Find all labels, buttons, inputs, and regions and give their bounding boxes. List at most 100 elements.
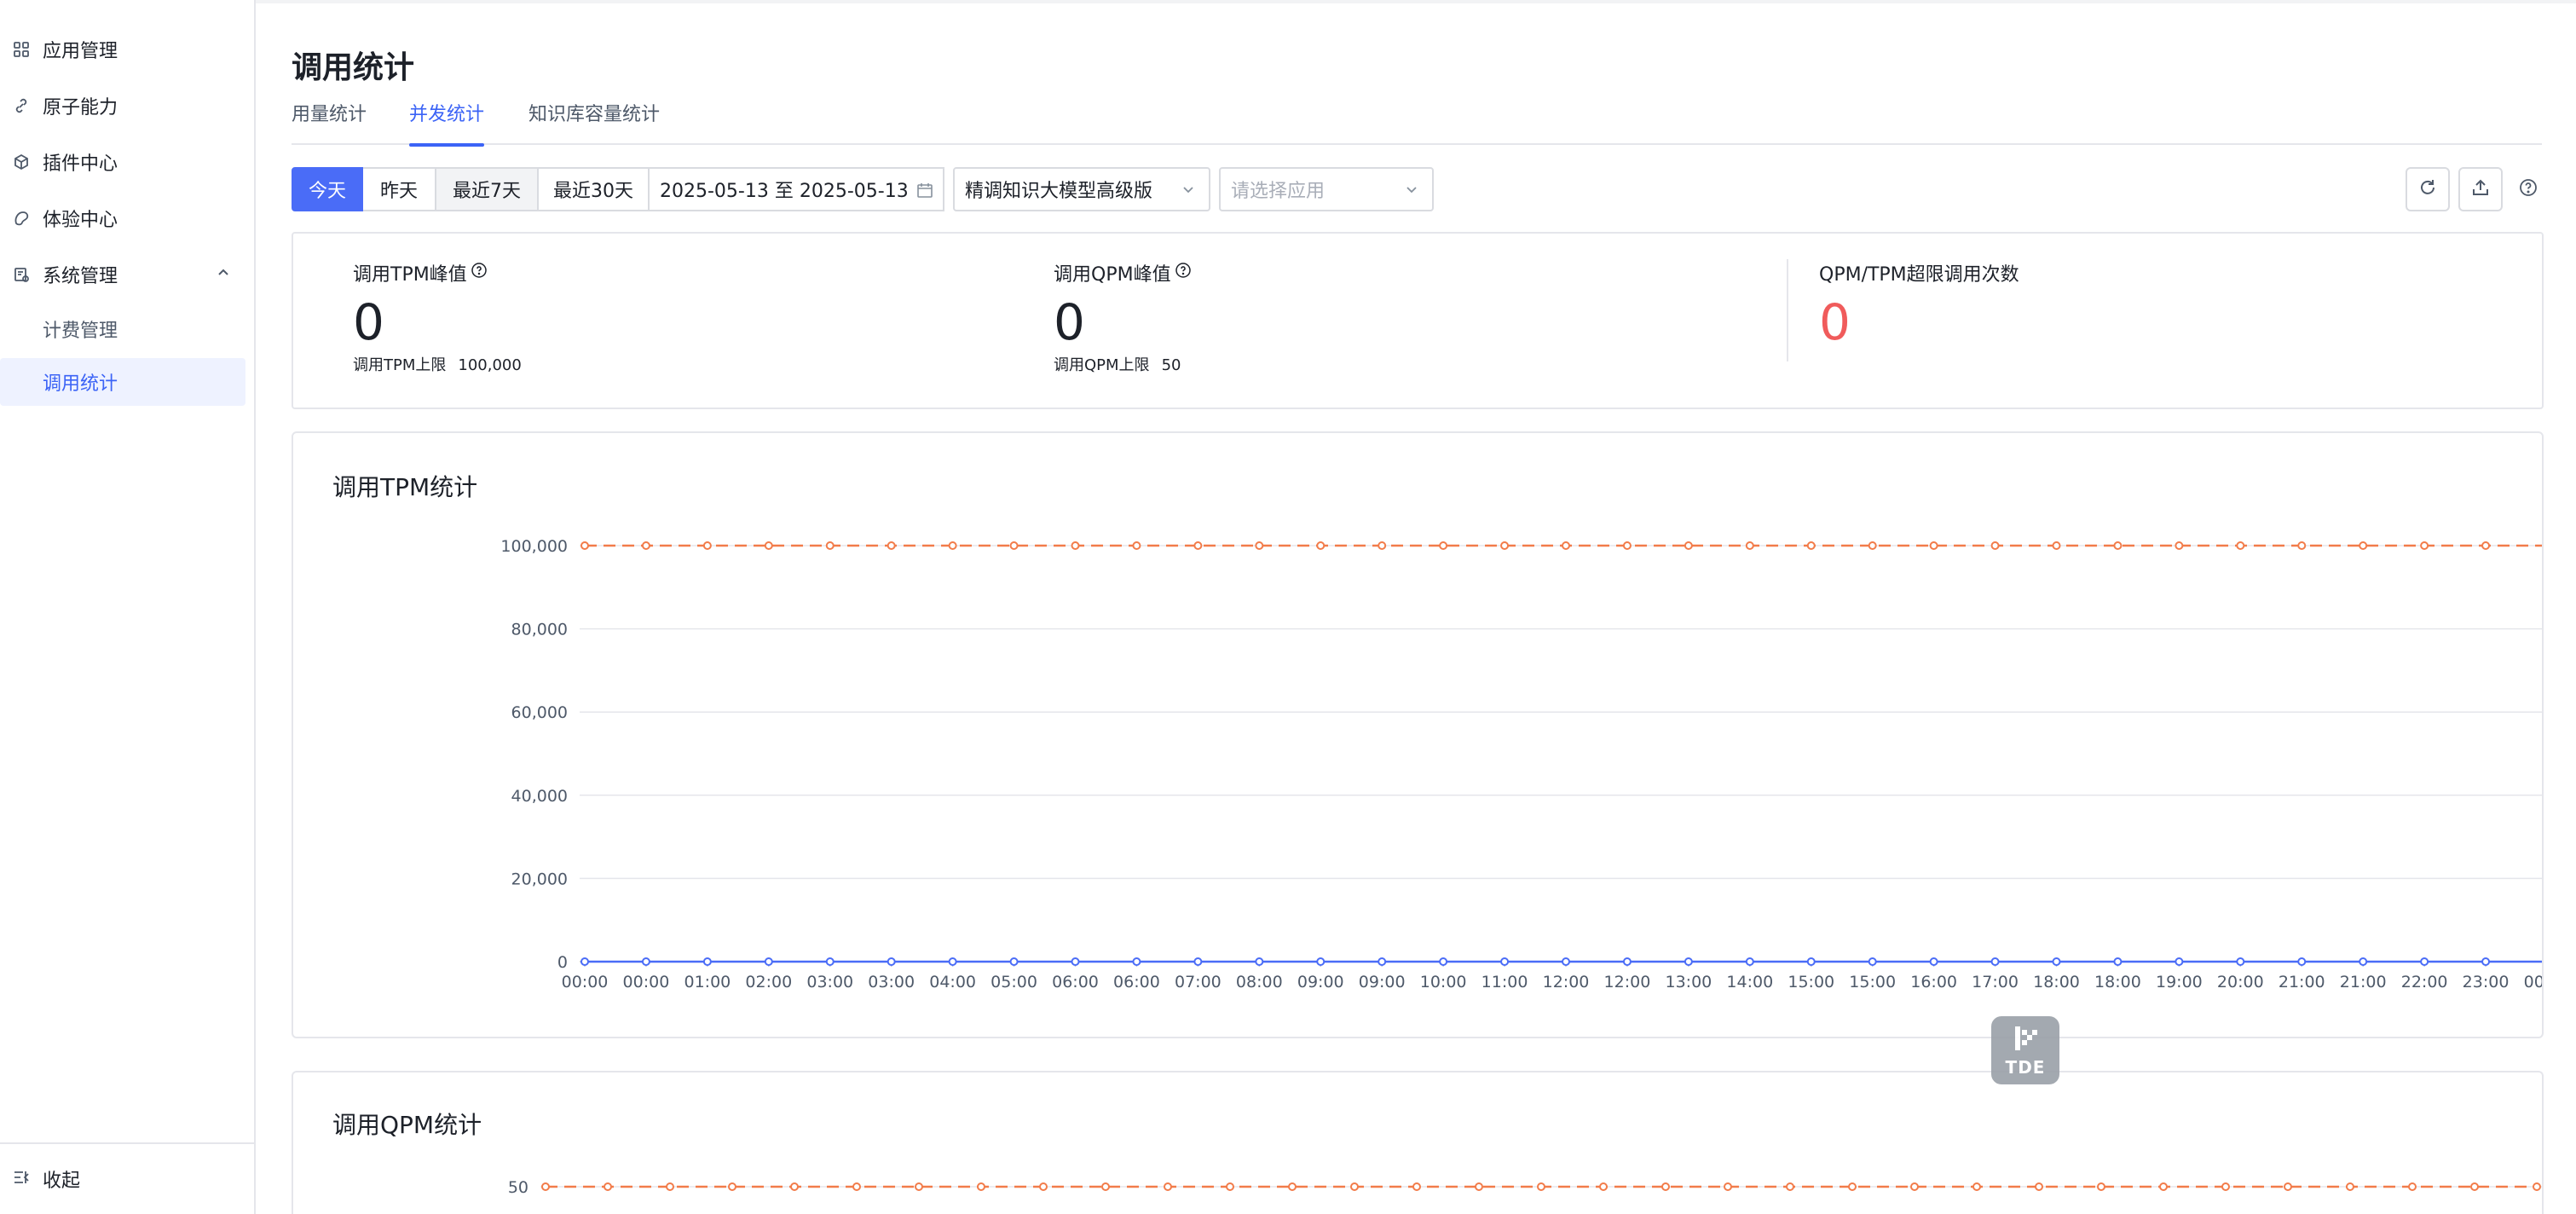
model-select[interactable]: 精调知识大模型高级版 [953,167,1210,211]
x-tick-label: 22:00 [2401,973,2448,991]
x-tick-label: 06:00 [1113,973,1160,991]
data-point [2420,957,2429,966]
x-tick-label: 00:00 [562,973,609,991]
tpm-chart-card: 调用TPM统计 0 20,000 40,000 60,000 80,000 100,000… [292,431,2544,1038]
data-point [1684,957,1693,966]
collapse-button[interactable]: 收起 [0,1142,256,1214]
data-point [1661,1182,1670,1191]
data-point [2113,957,2123,966]
sidebar-item-app-management[interactable]: 应用管理 [0,24,256,75]
export-button[interactable] [2458,167,2503,211]
data-point [2221,1182,2230,1191]
data-point [1009,541,1019,550]
data-point [2470,1182,2479,1191]
x-tick-label: 19:00 [2156,973,2203,991]
range-today-button[interactable]: 今天 [292,167,363,211]
range-7days-button[interactable]: 最近7天 [436,167,539,211]
grid-icon [12,40,31,59]
x-tick-label: 17:00 [1972,973,2019,991]
date-range-picker[interactable]: 2025-05-13 至 2025-05-13 [650,167,944,211]
data-point [1101,1182,1110,1191]
data-point [2175,957,2184,966]
data-point [948,957,957,966]
data-point [1990,957,2000,966]
data-point [1868,541,1877,550]
refresh-button[interactable] [2406,167,2450,211]
x-tick-label: 14:00 [1726,973,1773,991]
qpm-chart: 50 [508,1178,2542,1197]
data-point [1622,957,1632,966]
sidebar-item-label: 插件中心 [43,153,118,175]
data-point [1848,1182,1857,1191]
app-select-placeholder: 请选择应用 [1231,181,1326,202]
x-tick-label: 01:00 [684,973,731,991]
data-point [702,541,712,550]
data-point [702,957,712,966]
tab-usage-statistics[interactable]: 用量统计 [292,99,367,145]
data-point [728,1182,736,1191]
data-point [1868,957,1877,966]
watermark-logo-icon [2015,1026,2037,1050]
date-range-value: 2025-05-13 至 2025-05-13 [660,181,909,202]
sidebar-item-plugin-center[interactable]: 插件中心 [0,136,256,188]
calendar-icon [915,181,934,205]
link-icon [12,96,31,115]
data-point [541,1182,550,1191]
sidebar-item-experience-center[interactable]: 体验中心 [0,193,256,244]
data-point [1255,957,1264,966]
data-point [1439,957,1448,966]
data-point [1132,541,1141,550]
sidebar-item-billing[interactable]: 计费管理 [0,305,245,353]
range-yesterday-button[interactable]: 昨天 [363,167,436,211]
x-tick-label: 10:00 [1420,973,1467,991]
data-point [1500,957,1510,966]
info-icon[interactable] [1175,262,1192,284]
info-icon[interactable] [471,262,488,284]
x-tick-label: 09:00 [1359,973,1406,991]
x-tick-label: 20:00 [2217,973,2264,991]
data-point [2159,1182,2168,1191]
x-tick-label: 02:00 [745,973,792,991]
data-point [1316,957,1326,966]
app-select[interactable]: 请选择应用 [1219,167,1434,211]
chevron-down-icon [1403,181,1420,203]
tab-kb-capacity-statistics[interactable]: 知识库容量统计 [528,99,660,145]
sidebar-item-system-management[interactable]: 系统管理 [0,249,256,300]
y-tick-label: 40,000 [511,787,568,806]
data-point [2175,541,2184,550]
x-tick-label: 08:00 [1236,973,1283,991]
sidebar-item-atomic-capability[interactable]: 原子能力 [0,80,256,131]
data-point [790,1182,799,1191]
help-button[interactable] [2506,167,2550,211]
data-point [2359,957,2368,966]
data-point [1806,957,1816,966]
data-point [1500,541,1510,550]
data-point [2297,957,2307,966]
x-tick-label: 03:00 [868,973,915,991]
data-point [2297,541,2307,550]
range-30days-button[interactable]: 最近30天 [539,167,650,211]
data-point [1599,1182,1608,1191]
data-point [1255,541,1264,550]
data-point [1786,1182,1794,1191]
data-point [1806,541,1816,550]
tpm-peak-label: 调用TPM峰值 [353,264,467,286]
data-point [1724,1182,1732,1191]
x-tick-label: 15:00 [1788,973,1834,991]
sidebar-item-call-statistics[interactable]: 调用统计 [0,358,245,406]
over-limit-value: 0 [1819,293,1851,351]
data-point [1439,541,1448,550]
over-limit-stat: QPM/TPM超限调用次数 0 [1819,259,2019,350]
data-point [2408,1182,2417,1191]
qpm-peak-label: 调用QPM峰值 [1054,264,1171,286]
x-tick-label: 16:00 [1910,973,1957,991]
data-point [2359,541,2368,550]
data-point [1745,541,1754,550]
collapse-label: 收起 [43,1171,81,1192]
data-point [1288,1182,1297,1191]
tpm-peak-value: 0 [353,293,384,351]
tpm-chart: 0 20,000 40,000 60,000 80,000 100,000 00:00 00:… [500,537,2542,991]
tab-concurrency-statistics[interactable]: 并发统计 [409,99,485,147]
filter-toolbar: 今天 昨天 最近7天 最近30天 2025-05-13 至 2025-05-13… [292,167,2542,211]
model-select-value: 精调知识大模型高级版 [965,181,1153,202]
